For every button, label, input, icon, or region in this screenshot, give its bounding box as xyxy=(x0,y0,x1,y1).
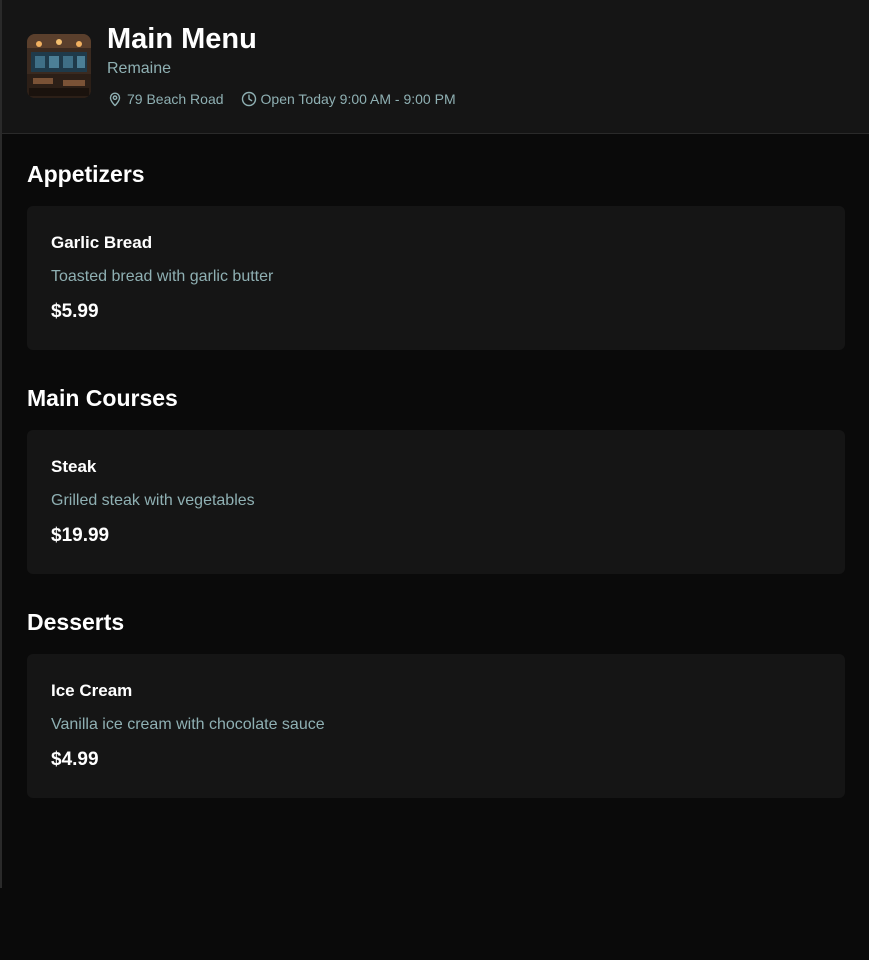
menu-item-card[interactable]: Ice Cream Vanilla ice cream with chocola… xyxy=(27,654,845,798)
menu-page: Main Menu Remaine 79 Beach Road Open Tod… xyxy=(0,0,869,960)
menu-item-price: $4.99 xyxy=(51,749,99,770)
menu-item-price: $19.99 xyxy=(51,525,110,546)
menu-item-price: $5.99 xyxy=(51,301,99,322)
page-title: Main Menu xyxy=(107,23,257,55)
hours-info: Open Today 9:00 AM - 9:00 PM xyxy=(241,90,456,108)
menu-item-description: Vanilla ice cream with chocolate sauce xyxy=(51,716,325,733)
restaurant-logo xyxy=(27,34,91,98)
section-title-main-courses: Main Courses xyxy=(27,385,178,411)
menu-item-description: Grilled steak with vegetables xyxy=(51,492,255,509)
menu-item-card[interactable]: Garlic Bread Toasted bread with garlic b… xyxy=(27,206,845,350)
restaurant-name: Remaine xyxy=(107,60,172,77)
menu-item-card[interactable]: Steak Grilled steak with vegetables $19.… xyxy=(27,430,845,574)
clock-icon xyxy=(241,91,257,107)
menu-header: Main Menu Remaine 79 Beach Road Open Tod… xyxy=(2,0,869,134)
restaurant-info: 79 Beach Road Open Today 9:00 AM - 9:00 … xyxy=(107,90,456,108)
address-text: 79 Beach Road xyxy=(127,91,224,107)
menu-item-name: Steak xyxy=(51,457,97,476)
address-info: 79 Beach Road xyxy=(107,90,224,108)
menu-item-name: Garlic Bread xyxy=(51,233,153,252)
menu-item-name: Ice Cream xyxy=(51,681,133,700)
section-title-appetizers: Appetizers xyxy=(27,161,145,187)
menu-item-description: Toasted bread with garlic butter xyxy=(51,268,274,285)
map-pin-icon xyxy=(107,91,123,107)
section-title-desserts: Desserts xyxy=(27,609,125,635)
hours-text: Open Today 9:00 AM - 9:00 PM xyxy=(260,91,456,107)
